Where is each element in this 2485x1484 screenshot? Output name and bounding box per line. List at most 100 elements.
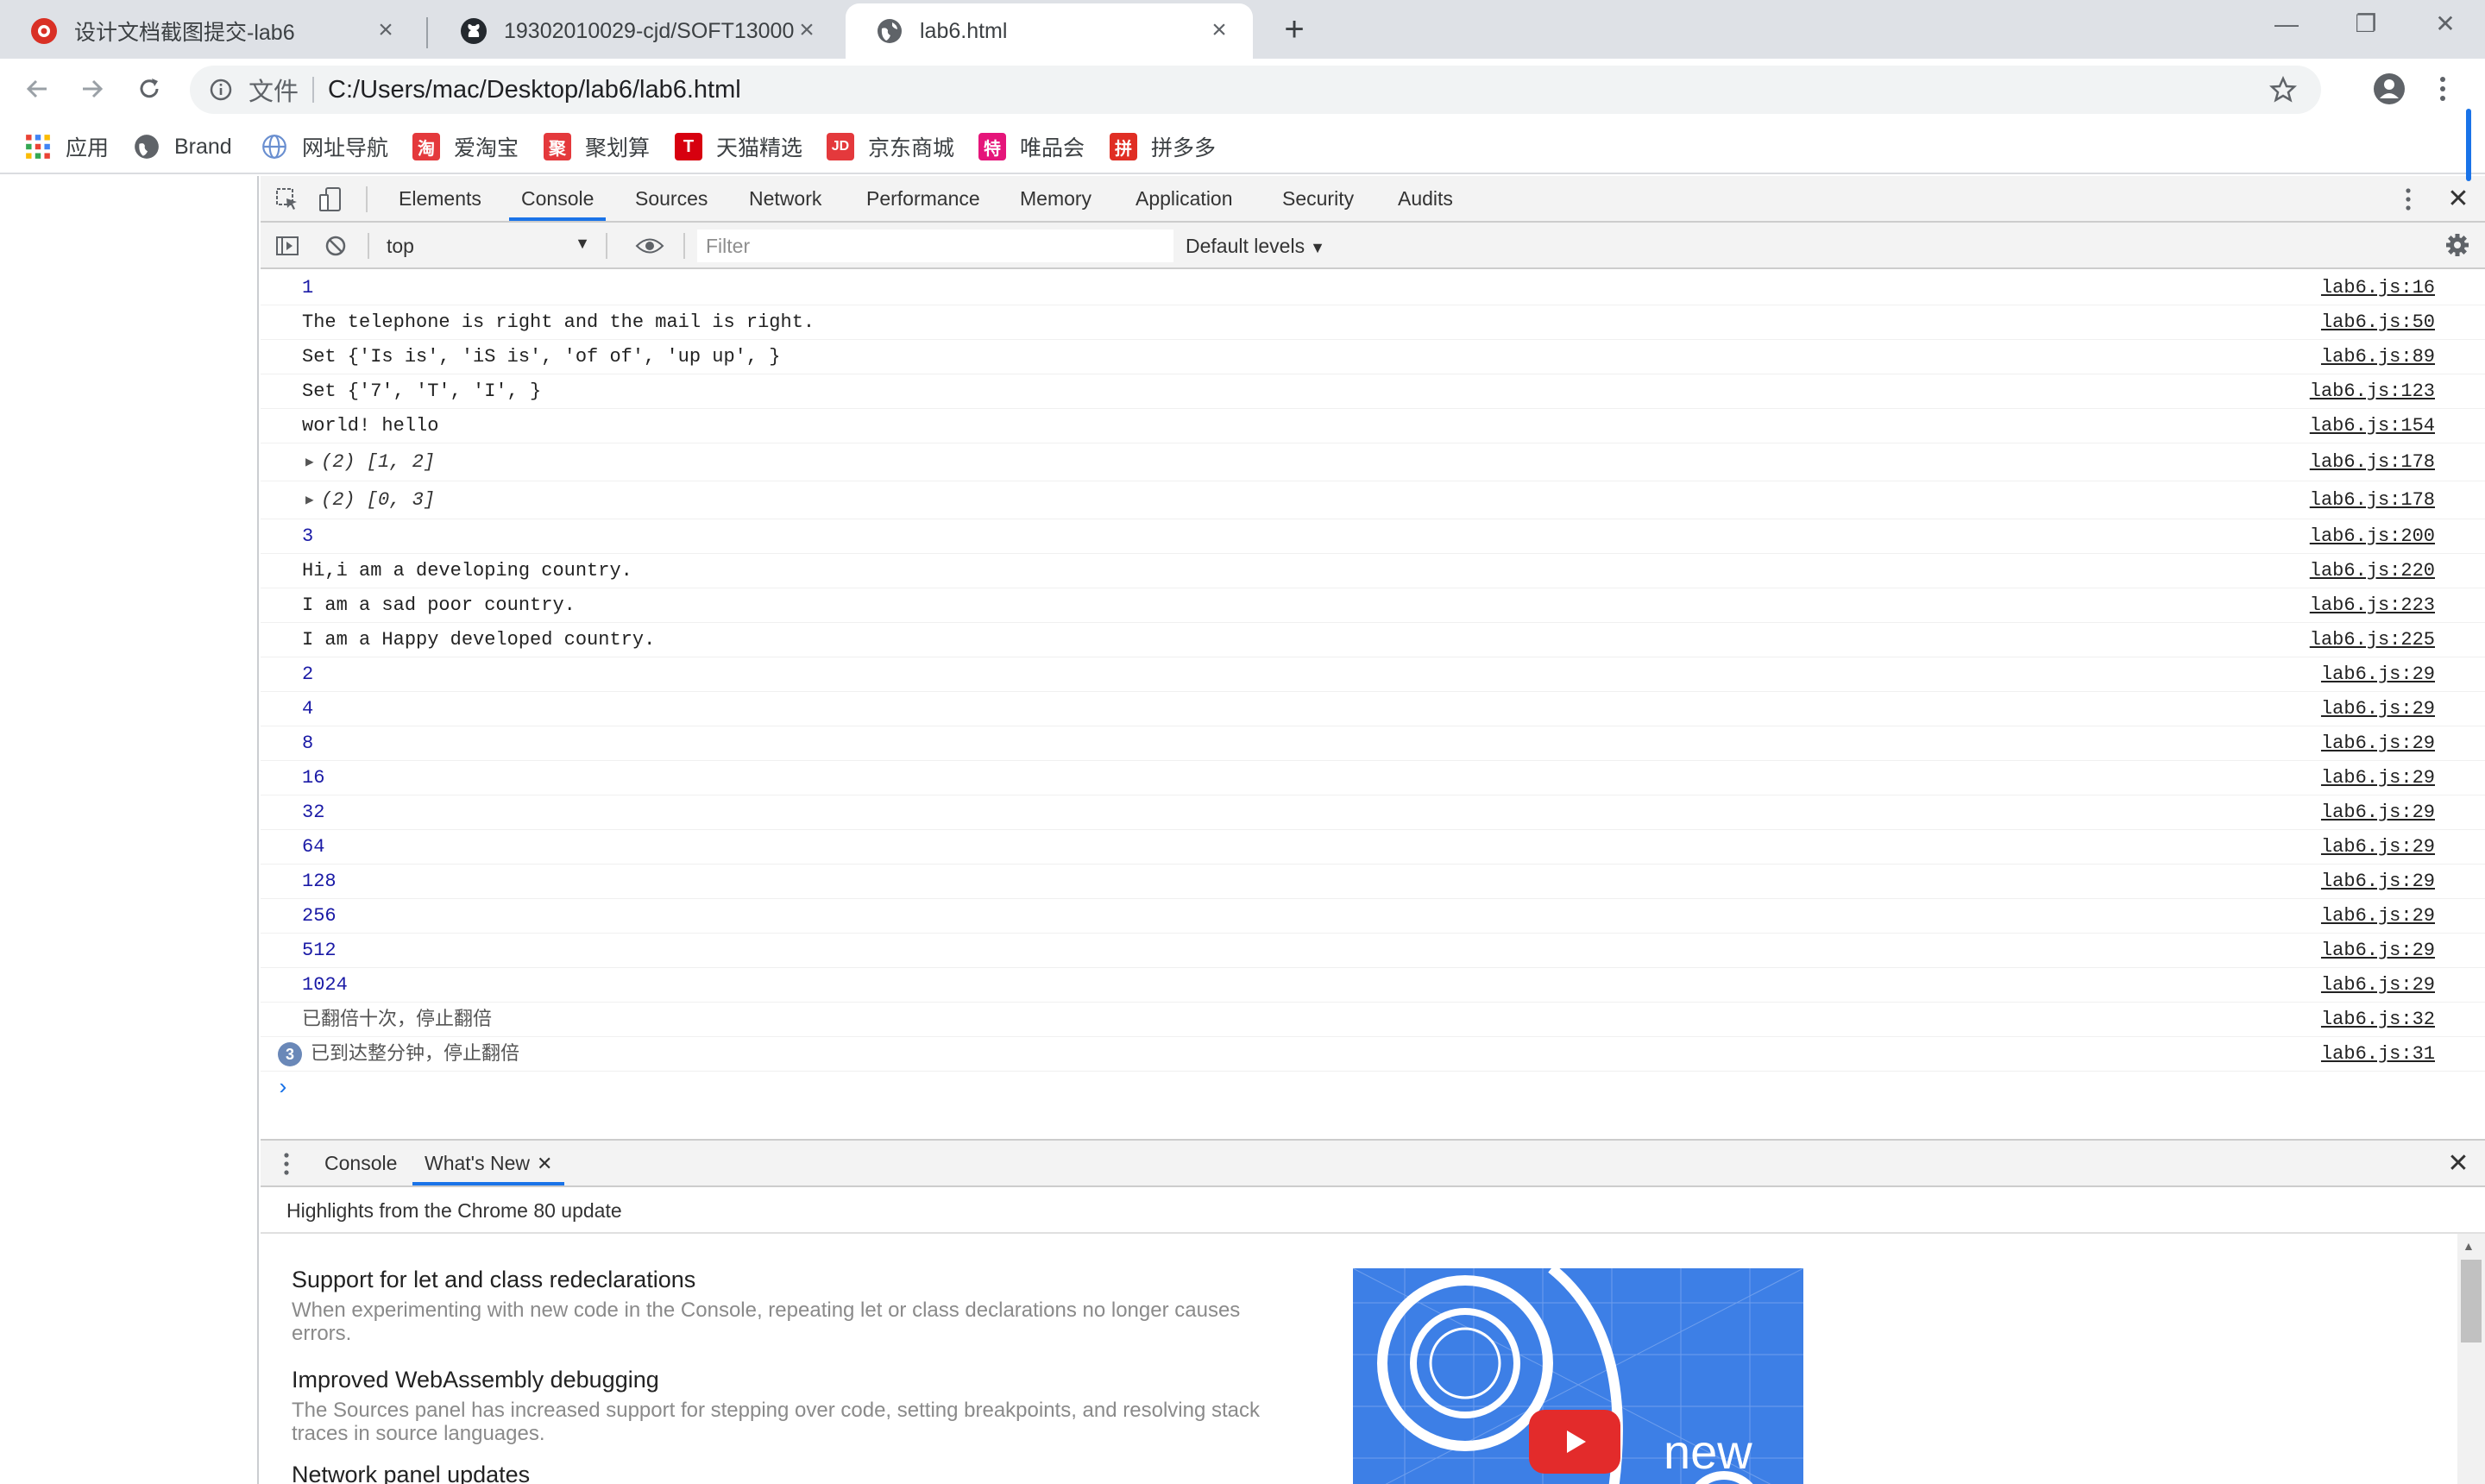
more-options-icon[interactable] [2394,185,2423,214]
source-link[interactable]: lab6.js:178 [2310,481,2435,519]
source-link[interactable]: lab6.js:220 [2310,554,2435,588]
drawer-tab-whats-new[interactable]: What's New ✕ [412,1141,565,1185]
play-button-icon[interactable] [1529,1410,1620,1474]
close-window-button[interactable]: ✕ [2419,7,2471,41]
console-message-row: ▶ (2) [1, 2] lab6.js:178 [261,443,2485,481]
log-levels-dropdown[interactable]: Default levels ▼ [1186,230,1325,262]
forward-button[interactable] [71,67,114,110]
globe-icon [878,19,902,43]
source-link[interactable]: lab6.js:29 [2321,968,2435,1003]
source-link[interactable]: lab6.js:89 [2321,340,2435,374]
source-link[interactable]: lab6.js:29 [2321,657,2435,692]
bookmark-url-nav[interactable]: 网址导航 [261,128,388,166]
source-link[interactable]: lab6.js:16 [2321,271,2435,305]
console-message-text: 已翻倍十次，停止翻倍 [302,1009,493,1030]
source-link[interactable]: lab6.js:32 [2321,1003,2435,1037]
browser-tab-3-active[interactable]: lab6.html × [846,3,1253,59]
console-message-row: 已翻倍十次，停止翻倍 lab6.js:32 [261,1003,2485,1037]
console-prompt-icon[interactable]: › [276,1075,290,1101]
source-link[interactable]: lab6.js:178 [2310,443,2435,481]
window-scrollbar-thumb[interactable] [2466,109,2471,181]
address-bar[interactable]: 文件 C:/Users/mac/Desktop/lab6/lab6.html [190,66,2321,114]
browser-tab-2[interactable]: 19302010029-cjd/SOFT13000 × [430,3,840,59]
source-link[interactable]: lab6.js:29 [2321,726,2435,761]
devtools-tab-performance[interactable]: Performance [866,176,980,221]
feature-item[interactable]: Network panel updates [292,1462,1293,1484]
source-link[interactable]: lab6.js:31 [2321,1037,2435,1072]
console-message-text[interactable]: (2) [0, 3] [321,481,435,519]
source-link[interactable]: lab6.js:29 [2321,865,2435,899]
feature-item[interactable]: Support for let and class redeclarations… [292,1267,1293,1345]
console-settings-gear-icon[interactable] [2442,230,2473,261]
whats-new-video-thumbnail[interactable]: new [1353,1268,1803,1484]
minimize-button[interactable]: — [2261,7,2312,41]
scroll-up-icon[interactable]: ▲ [2463,1239,2475,1253]
drawer-scrollbar[interactable]: ▲ [2457,1234,2485,1484]
source-link[interactable]: lab6.js:223 [2310,588,2435,623]
close-tab-icon[interactable]: ✕ [537,1153,552,1174]
source-link[interactable]: lab6.js:29 [2321,692,2435,726]
console-message-text: 1024 [302,974,348,996]
sidebar-toggle-icon[interactable] [273,231,302,261]
source-link[interactable]: lab6.js:123 [2310,374,2435,409]
drawer-menu-icon[interactable] [278,1149,295,1179]
source-link[interactable]: lab6.js:225 [2310,623,2435,657]
source-link[interactable]: lab6.js:154 [2310,409,2435,443]
bookmark-aitaobao[interactable]: 淘 爱淘宝 [412,128,519,166]
drawer-tab-console[interactable]: Console [324,1141,397,1185]
bookmark-tmall[interactable]: T 天猫精选 [675,128,802,166]
console-message-text[interactable]: (2) [1, 2] [321,443,435,481]
devtools-tab-security[interactable]: Security [1282,176,1354,221]
device-toolbar-icon[interactable] [316,185,345,214]
bookmark-star-icon[interactable] [2266,72,2300,107]
reload-button[interactable] [128,67,171,110]
close-tab-icon[interactable]: × [792,16,821,45]
bookmark-pinduoduo[interactable]: 拼 拼多多 [1110,128,1216,166]
bookmark-juhuasuan[interactable]: 聚 聚划算 [544,128,650,166]
restore-button[interactable]: ❐ [2340,7,2392,41]
source-link[interactable]: lab6.js:29 [2321,934,2435,968]
source-link[interactable]: lab6.js:29 [2321,761,2435,795]
devtools-tab-memory[interactable]: Memory [1020,176,1092,221]
source-link[interactable]: lab6.js:200 [2310,519,2435,554]
devtools-tab-console[interactable]: Console [509,176,607,221]
bookmark-vip[interactable]: 特 唯品会 [978,128,1085,166]
profile-avatar-icon[interactable] [2369,69,2409,109]
info-icon[interactable] [204,72,238,107]
devtools-tab-elements[interactable]: Elements [399,176,481,221]
source-link[interactable]: lab6.js:29 [2321,899,2435,934]
devtools-tab-application[interactable]: Application [1136,176,1233,221]
url-text[interactable]: C:/Users/mac/Desktop/lab6/lab6.html [328,76,741,104]
browser-tab-1[interactable]: 设计文档截图提交-lab6 × [0,3,419,59]
devtools-tab-sources[interactable]: Sources [635,176,708,221]
devtools-tab-audits[interactable]: Audits [1398,176,1453,221]
devtools-tab-network[interactable]: Network [749,176,821,221]
feature-item[interactable]: Improved WebAssembly debugging The Sourc… [292,1367,1293,1445]
source-link[interactable]: lab6.js:29 [2321,795,2435,830]
expand-triangle-icon[interactable]: ▶ [305,443,314,481]
bookmark-jd[interactable]: JD 京东商城 [827,128,954,166]
source-link[interactable]: lab6.js:29 [2321,830,2435,865]
bookmark-apps[interactable]: 应用 [24,128,109,166]
console-message-text: 4 [302,698,314,720]
close-devtools-icon[interactable]: ✕ [2444,185,2473,214]
toolbar-separator [368,233,369,259]
console-filter-input[interactable] [697,230,1173,262]
execution-context-select[interactable]: top ▼ [381,230,597,262]
back-button[interactable] [16,67,59,110]
expand-triangle-icon[interactable]: ▶ [305,481,314,519]
source-link[interactable]: lab6.js:50 [2321,305,2435,340]
new-tab-button[interactable]: + [1275,10,1313,48]
chrome-menu-icon[interactable] [2430,69,2456,109]
close-tab-icon[interactable]: × [371,16,400,45]
bookmark-brand[interactable]: Brand [133,128,232,166]
console-message-row: 8 lab6.js:29 [261,726,2485,761]
clear-console-icon[interactable] [321,231,350,261]
inspect-element-icon[interactable] [273,185,302,214]
close-drawer-icon[interactable]: ✕ [2444,1149,2473,1179]
pinduoduo-icon: 拼 [1110,133,1137,160]
console-message-row: I am a Happy developed country. lab6.js:2… [261,623,2485,657]
scrollbar-thumb[interactable] [2461,1260,2482,1343]
close-tab-icon[interactable]: × [1205,16,1234,45]
live-expression-eye-icon[interactable] [635,231,664,261]
